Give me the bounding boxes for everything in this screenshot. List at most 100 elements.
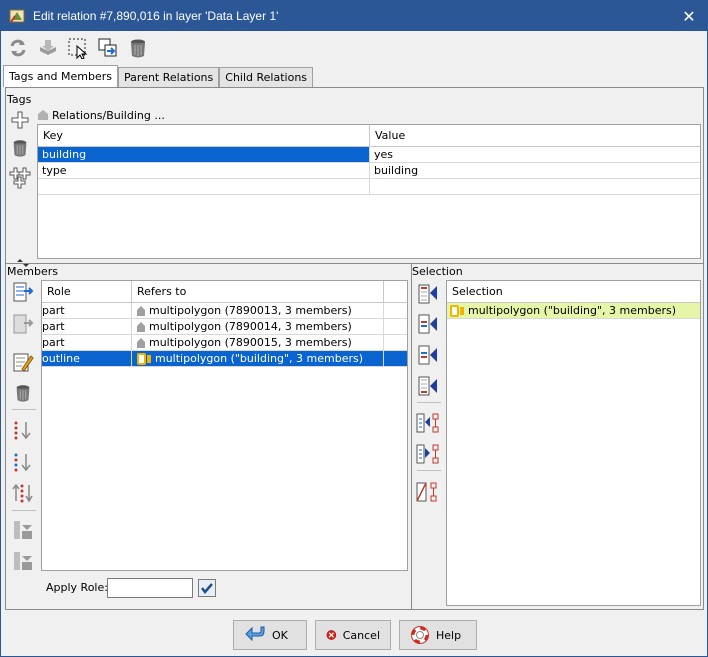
help-button[interactable]: Help	[399, 620, 477, 650]
edit-member-button[interactable]	[11, 350, 35, 374]
add-before-icon	[418, 314, 437, 334]
selection-column-header[interactable]: Selection	[447, 281, 700, 302]
tab-label: Tags and Members	[9, 70, 113, 83]
move-down-disabled-icon	[14, 552, 32, 570]
tag-key[interactable]: type	[38, 163, 370, 178]
tab-child-relations[interactable]: Child Relations	[219, 67, 314, 87]
tab-tags-and-members[interactable]: Tags and Members	[3, 65, 119, 87]
tag-key[interactable]	[38, 179, 370, 194]
table-row[interactable]: part multipolygon (7890014, 3 members)	[42, 319, 407, 335]
divider	[12, 510, 36, 511]
toolbar	[5, 35, 151, 63]
table-row[interactable]: part multipolygon (7890015, 3 members)	[42, 335, 407, 351]
table-row[interactable]	[38, 179, 700, 195]
add-selection-at-start-button[interactable]	[416, 282, 440, 306]
add-selection-at-end-button[interactable]	[416, 374, 440, 398]
apply-role-input[interactable]	[107, 578, 193, 598]
paste-tags-button[interactable]	[8, 166, 32, 190]
member-refers-label: multipolygon ("building", 3 members)	[155, 352, 364, 365]
trash-icon	[13, 140, 27, 157]
table-row[interactable]: type building	[38, 163, 700, 179]
member-linkage	[384, 335, 407, 350]
apply-role-button[interactable]	[198, 579, 216, 597]
preset-link[interactable]: Relations/Building ...	[52, 109, 165, 122]
members-section-label: Members	[7, 265, 58, 278]
tag-value[interactable]: building	[370, 163, 700, 178]
tags-and-members-panel: Tags Relations/Building ... Key Value bu…	[5, 87, 704, 610]
duplicate-relation-button[interactable]	[95, 35, 121, 61]
move-to-top-button[interactable]	[11, 518, 35, 542]
close-icon: ✕	[682, 6, 696, 26]
refresh-button[interactable]	[5, 35, 31, 61]
table-row[interactable]: multipolygon ("building", 3 members)	[447, 303, 700, 319]
select-members-button[interactable]	[416, 411, 440, 435]
add-tag-button[interactable]	[8, 108, 32, 132]
select-in-selection-icon	[416, 444, 439, 464]
tag-value[interactable]	[370, 179, 700, 194]
member-role[interactable]: part	[42, 303, 132, 318]
remove-selected-button[interactable]	[416, 480, 440, 504]
help-lifebuoy-icon	[411, 626, 429, 644]
add-selection-before-button[interactable]	[416, 312, 440, 336]
ok-label: OK	[272, 628, 288, 642]
tag-key[interactable]: building	[38, 147, 370, 162]
close-window-button[interactable]: ✕	[671, 1, 707, 31]
select-in-selection-button[interactable]	[416, 442, 440, 466]
selection-item[interactable]: multipolygon ("building", 3 members)	[447, 303, 700, 318]
table-row[interactable]: building yes	[38, 147, 700, 163]
reverse-icon	[12, 483, 33, 503]
move-to-bottom-button[interactable]	[11, 549, 35, 573]
member-role[interactable]: part	[42, 319, 132, 334]
sort-members-button[interactable]	[11, 450, 35, 474]
multipolygon-icon	[137, 352, 151, 365]
delete-relation-button[interactable]	[125, 35, 151, 61]
divider	[417, 470, 441, 471]
dialog-buttons: OK Cancel Help	[1, 620, 708, 650]
member-refers-label: multipolygon (7890014, 3 members)	[149, 320, 352, 333]
divider	[417, 402, 441, 403]
trash-icon	[131, 39, 145, 58]
member-refers[interactable]: multipolygon (7890013, 3 members)	[132, 303, 384, 318]
member-role[interactable]: part	[42, 335, 132, 350]
josm-app-icon	[9, 9, 25, 23]
delete-member-button[interactable]	[11, 381, 35, 405]
cancel-button[interactable]: Cancel	[315, 620, 391, 650]
splitter[interactable]	[6, 263, 703, 264]
plus-icon	[11, 111, 29, 129]
select-icon	[68, 38, 88, 59]
download-members-button[interactable]	[35, 35, 61, 61]
edit-member-list-button[interactable]	[11, 280, 35, 304]
tags-section-label: Tags	[7, 93, 32, 106]
value-column-header[interactable]: Value	[370, 125, 700, 146]
table-row[interactable]: outline multipolygon ("building", 3 memb…	[42, 351, 407, 367]
tab-parent-relations[interactable]: Parent Relations	[118, 67, 220, 87]
member-refers[interactable]: multipolygon (7890015, 3 members)	[132, 335, 384, 350]
member-refers-label: multipolygon (7890013, 3 members)	[149, 304, 352, 317]
linkage-column-header[interactable]	[384, 281, 407, 302]
building-icon	[137, 337, 145, 348]
ok-button[interactable]: OK	[233, 620, 307, 650]
selection-table-header: Selection	[447, 281, 700, 303]
add-selection-after-button[interactable]	[416, 343, 440, 367]
table-row[interactable]: part multipolygon (7890013, 3 members)	[42, 303, 407, 319]
add-at-start-icon	[418, 284, 437, 304]
tags-table: Key Value building yes type building	[37, 124, 701, 259]
member-refers[interactable]: multipolygon ("building", 3 members)	[132, 351, 384, 366]
add-after-icon	[418, 345, 437, 365]
reverse-members-button[interactable]	[11, 481, 35, 505]
member-role[interactable]: outline	[42, 351, 132, 366]
member-refers[interactable]: multipolygon (7890014, 3 members)	[132, 319, 384, 334]
multi-plus-icon	[9, 167, 31, 189]
divider	[411, 264, 412, 609]
delete-tag-button[interactable]	[8, 136, 32, 160]
tag-value[interactable]: yes	[370, 147, 700, 162]
download-member-button[interactable]	[11, 312, 35, 336]
role-column-header[interactable]: Role	[42, 281, 132, 302]
select-relation-button[interactable]	[65, 35, 91, 61]
move-down-button[interactable]	[11, 418, 35, 442]
key-column-header[interactable]: Key	[38, 125, 370, 146]
divider	[12, 409, 36, 410]
member-linkage	[384, 319, 407, 334]
refers-to-column-header[interactable]: Refers to	[132, 281, 384, 302]
tab-bar: Tags and Members Parent Relations Child …	[3, 65, 314, 87]
